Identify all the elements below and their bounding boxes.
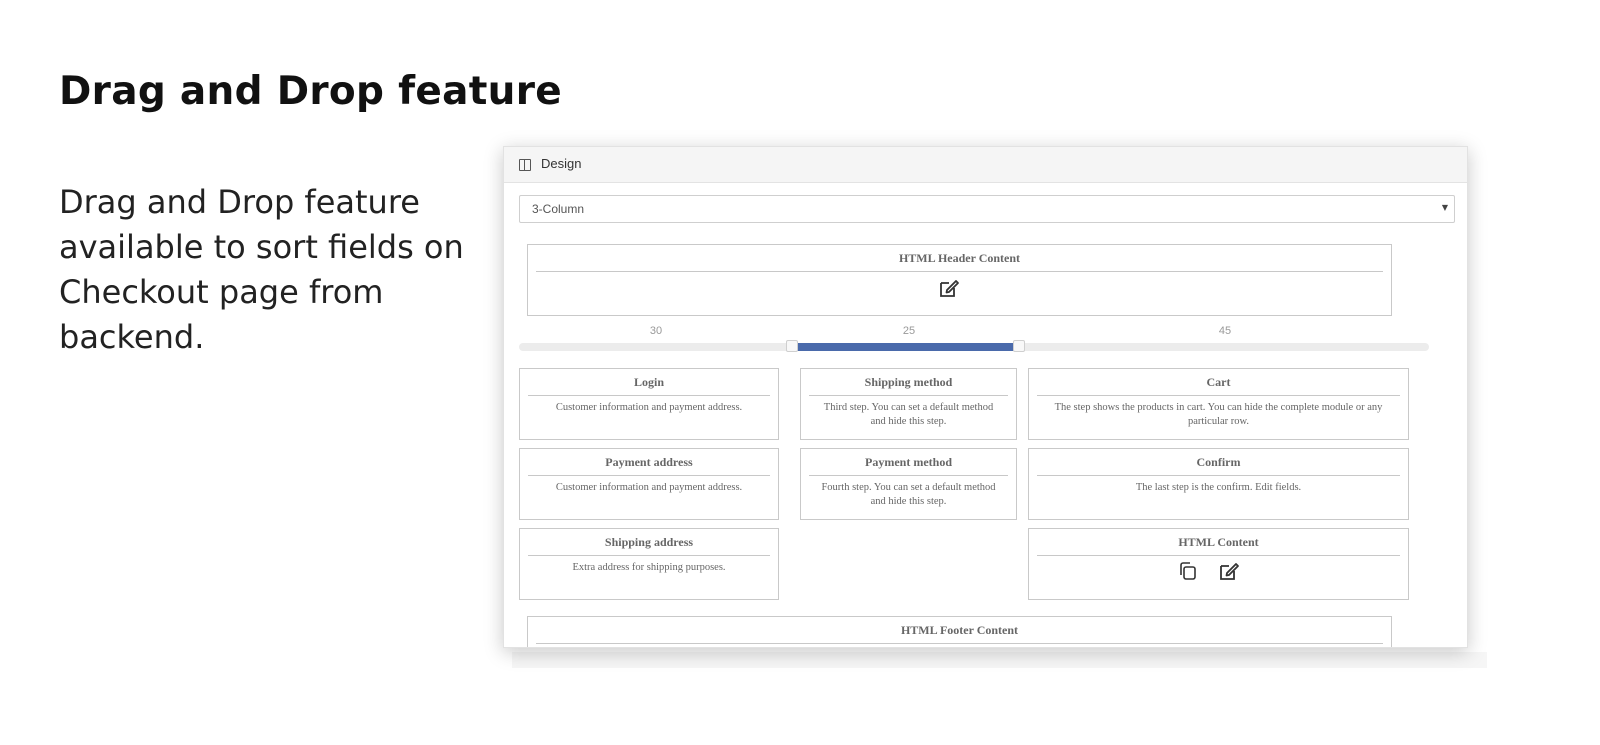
block-title: Login: [528, 375, 770, 396]
copy-icon[interactable]: [1177, 560, 1199, 582]
block-description: The last step is the confirm. Edit field…: [1135, 482, 1302, 493]
html-header-block[interactable]: HTML Header Content: [527, 244, 1392, 316]
block-description: Customer information and payment address…: [555, 482, 743, 493]
html-content-block[interactable]: HTML Content: [1028, 528, 1409, 600]
confirm-block[interactable]: Confirm The last step is the confirm. Ed…: [1028, 448, 1409, 520]
caret-down-icon: ▼: [1441, 203, 1448, 212]
panel-title: Design: [541, 156, 582, 171]
panel-header: Design: [504, 147, 1467, 183]
block-title: HTML Footer Content: [536, 623, 1383, 644]
block-title: Shipping address: [528, 535, 770, 556]
shipping-address-block[interactable]: Shipping address Extra address for shipp…: [519, 528, 779, 600]
block-description: Fourth step. You can set a default metho…: [821, 482, 996, 507]
block-title: Cart: [1037, 375, 1400, 396]
block-title: HTML Header Content: [536, 251, 1383, 272]
design-panel: Design 3-Column ▼ HTML Header Content 30…: [503, 146, 1468, 648]
layout-select-value: 3-Column: [532, 202, 585, 216]
slider-handle-left[interactable]: [786, 340, 798, 352]
payment-address-block[interactable]: Payment address Customer information and…: [519, 448, 779, 520]
slider-handle-right[interactable]: [1013, 340, 1025, 352]
columns-icon: [519, 159, 531, 171]
page-title: Drag and Drop feature: [59, 69, 563, 114]
layout-select[interactable]: 3-Column ▼: [519, 195, 1455, 223]
slider-label-left: 30: [649, 325, 663, 337]
payment-method-block[interactable]: Payment method Fourth step. You can set …: [800, 448, 1017, 520]
edit-icon[interactable]: [938, 277, 960, 299]
block-description: Customer information and payment address…: [555, 402, 743, 413]
block-title: Payment method: [809, 455, 1008, 476]
slider-range: [796, 343, 1017, 351]
block-title: Shipping method: [809, 375, 1008, 396]
edit-icon[interactable]: [1218, 560, 1240, 582]
slider-label-right: 45: [1218, 325, 1232, 337]
html-footer-block[interactable]: HTML Footer Content: [527, 616, 1392, 647]
shipping-method-block[interactable]: Shipping method Third step. You can set …: [800, 368, 1017, 440]
block-title: HTML Content: [1037, 535, 1400, 556]
slider-label-middle: 25: [902, 325, 916, 337]
cart-block[interactable]: Cart The step shows the products in cart…: [1028, 368, 1409, 440]
page-description: Drag and Drop feature available to sort …: [59, 183, 464, 356]
block-description: Third step. You can set a default method…: [823, 402, 994, 427]
panel-shadow: [512, 652, 1487, 668]
login-block[interactable]: Login Customer information and payment a…: [519, 368, 779, 440]
block-description: The step shows the products in cart. You…: [1054, 402, 1383, 427]
block-title: Confirm: [1037, 455, 1400, 476]
block-description: Extra address for shipping purposes.: [572, 562, 726, 573]
block-title: Payment address: [528, 455, 770, 476]
